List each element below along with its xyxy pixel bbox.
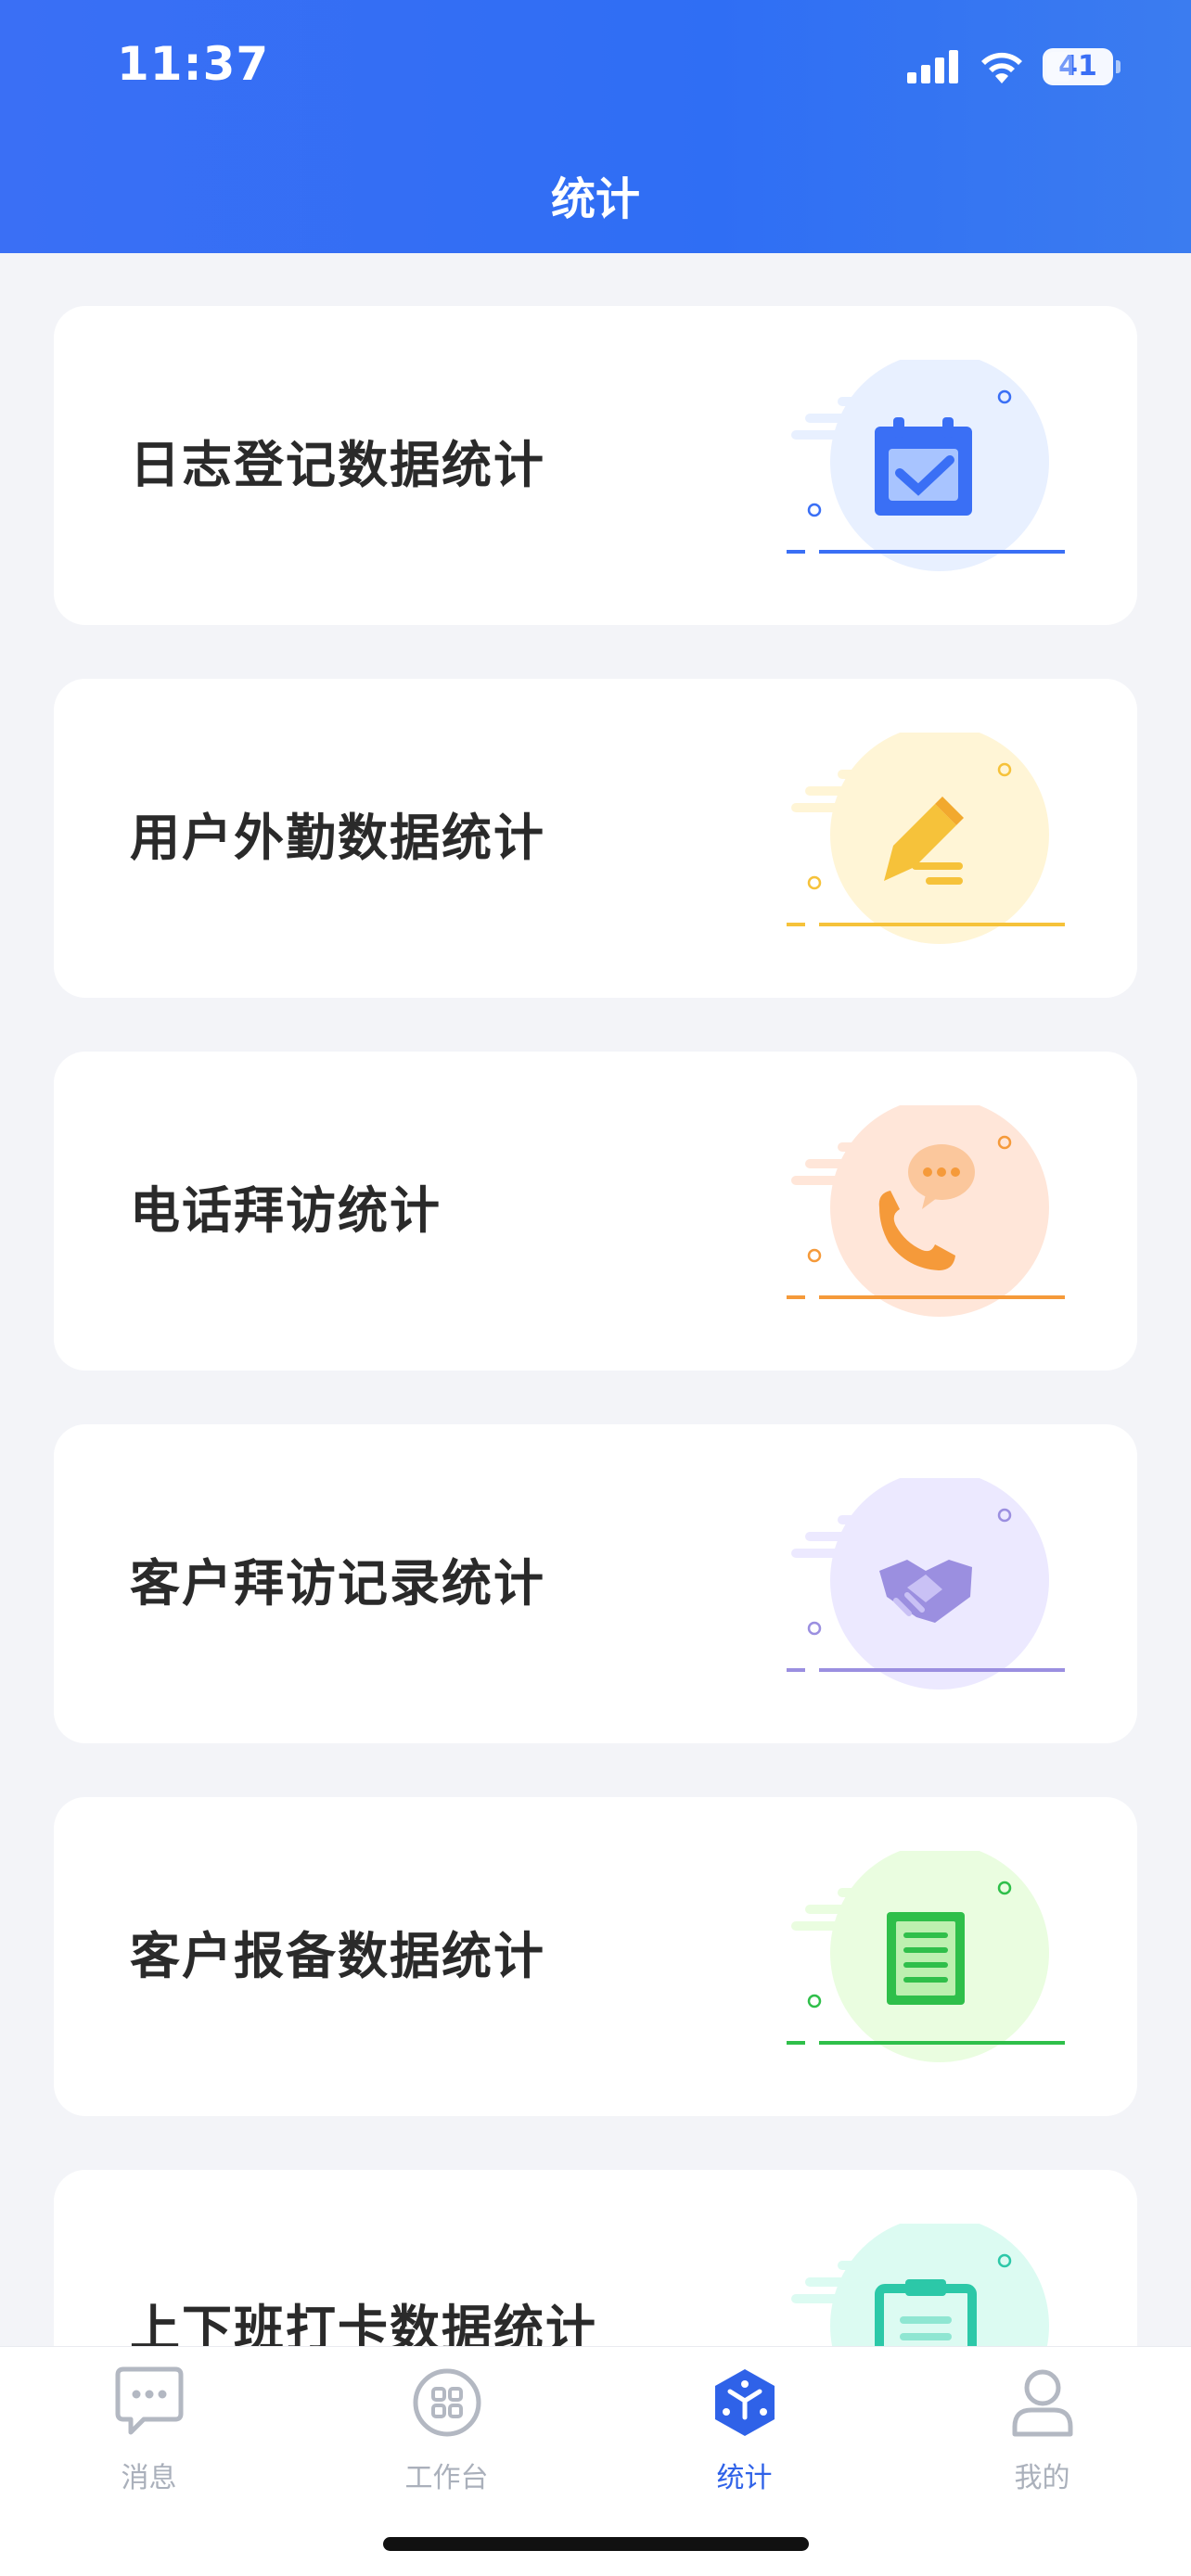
tab-profile[interactable]: 我的 xyxy=(893,2347,1191,2505)
tab-workbench[interactable]: 工作台 xyxy=(298,2347,596,2505)
stat-card-label: 日志登记数据统计 xyxy=(130,436,545,494)
stat-card-customer-visit[interactable]: 客户拜访记录统计 xyxy=(54,1424,1137,1743)
stat-card-label: 电话拜访统计 xyxy=(130,1181,442,1240)
stat-card-phone-visit[interactable]: 电话拜访统计 xyxy=(54,1052,1137,1371)
home-indicator[interactable] xyxy=(383,2537,809,2551)
stat-card-clock-in[interactable]: 上下班打卡数据统计 xyxy=(54,2170,1137,2346)
statistics-cube-icon xyxy=(715,2369,775,2436)
stat-card-customer-report[interactable]: 客户报备数据统计 xyxy=(54,1797,1137,2116)
phone-chat-icon xyxy=(787,1105,1065,1317)
stat-card-label: 客户报备数据统计 xyxy=(130,1927,545,1985)
calendar-check-icon xyxy=(787,360,1065,571)
profile-person-icon xyxy=(1012,2369,1073,2437)
pen-write-icon xyxy=(787,733,1065,944)
tab-label: 统计 xyxy=(716,2462,773,2494)
stat-card-daily-log[interactable]: 日志登记数据统计 xyxy=(54,306,1137,625)
statistics-list[interactable]: 日志登记数据统计 用户外勤数据统计 电话拜访统计 客户拜访记录统计 客户报备数据… xyxy=(0,253,1191,2346)
message-bubble-icon xyxy=(115,2366,184,2435)
status-icons: 41 xyxy=(905,46,1121,87)
tab-label: 消息 xyxy=(121,2462,177,2494)
tab-label: 我的 xyxy=(1014,2462,1070,2494)
tab-label: 工作台 xyxy=(404,2462,489,2494)
stat-card-field-work[interactable]: 用户外勤数据统计 xyxy=(54,679,1137,998)
cellular-signal-icon xyxy=(907,50,958,83)
tab-messages[interactable]: 消息 xyxy=(0,2347,298,2505)
battery-level xyxy=(1046,52,1072,82)
tab-statistics[interactable]: 统计 xyxy=(596,2347,893,2505)
stat-card-label: 客户拜访记录统计 xyxy=(130,1554,545,1613)
stat-card-label: 用户外勤数据统计 xyxy=(130,809,545,867)
document-list-icon xyxy=(787,1851,1065,2062)
clipboard-icon xyxy=(791,2224,1049,2346)
battery-icon: 41 xyxy=(1043,48,1121,85)
handshake-icon xyxy=(787,1478,1065,1690)
wifi-icon xyxy=(981,52,1022,83)
battery-tip xyxy=(1116,60,1121,73)
status-time: 11:37 xyxy=(117,37,270,91)
workbench-grid-icon xyxy=(413,2368,481,2437)
page-title: 统计 xyxy=(550,173,640,225)
status-bar: 11:37 41 xyxy=(0,0,1191,139)
header-bar: 11:37 41 统计 xyxy=(0,0,1191,253)
stat-card-label: 上下班打卡数据统计 xyxy=(130,2300,597,2346)
